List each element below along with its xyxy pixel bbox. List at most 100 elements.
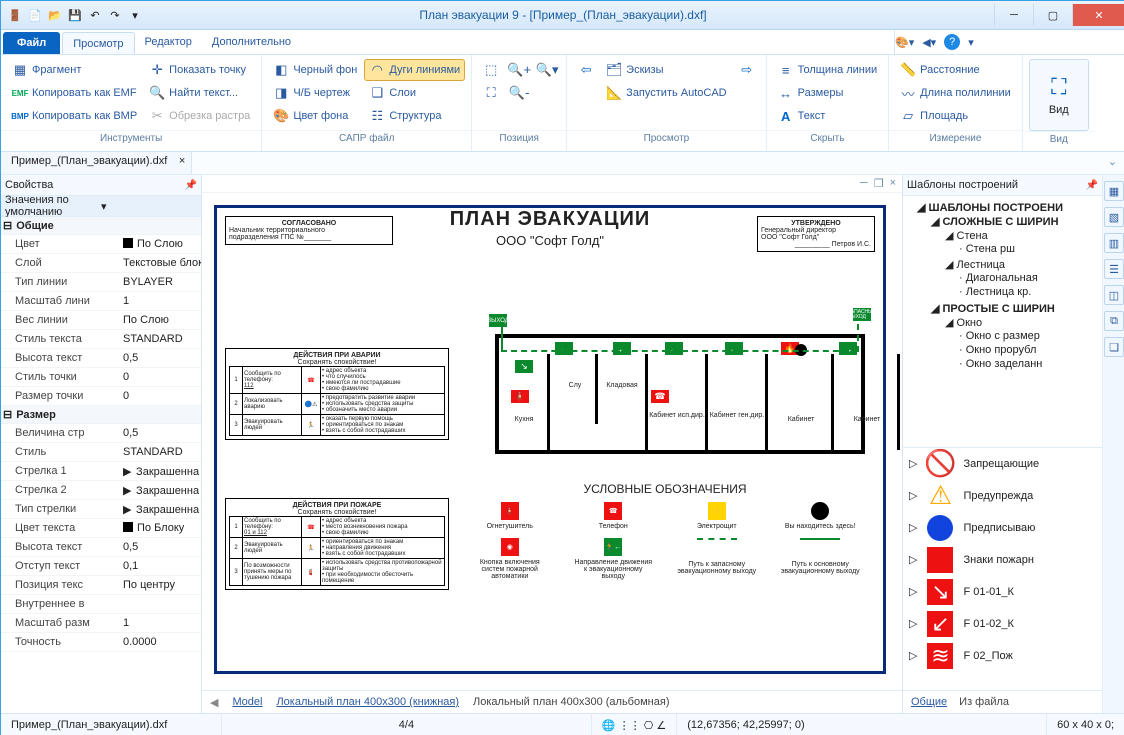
property-row[interactable]: Тип стрелки▶ Закрашенна [1,500,201,519]
properties-selector[interactable]: Значения по умолчанию▾ [1,196,201,217]
symbol-item[interactable]: ▷ ≋F 02_Пож [903,640,1102,672]
symbol-item[interactable]: ▷ Знаки пожарн [903,544,1102,576]
tab-file[interactable]: Файл [3,32,60,54]
grid-icon[interactable]: ⋮⋮ [619,719,641,732]
tab-editor[interactable]: Редактор [135,30,202,54]
btn-crop-raster[interactable]: ✂Обрезка растра [144,105,255,127]
tab-extra[interactable]: Дополнительно [202,30,301,54]
help-icon[interactable]: ? [944,34,960,50]
symbol-item[interactable]: ▷ ⚠Предупрежда [903,480,1102,512]
tab-layout-2[interactable]: Локальный план 400x300 (альбомная) [473,696,669,708]
property-row[interactable]: Позиция тексПо центру [1,576,201,595]
symbol-list[interactable]: ▷ 🚫Запрещающие▷ ⚠Предупрежда▷ Предписыва… [903,448,1102,691]
btn-fragment[interactable]: ▦Фрагмент [7,59,142,81]
tab-layout-1[interactable]: Локальный план 400x300 (книжная) [276,696,459,708]
globe-icon[interactable]: 🌐 [602,719,616,732]
btn-copy-bmp[interactable]: BMPКопировать как BMP [7,105,142,127]
property-row[interactable]: Размер точки0 [1,387,201,406]
symbol-item[interactable]: ▷ ↘F 01-01_К [903,576,1102,608]
property-row[interactable]: ЦветПо Слою [1,235,201,254]
tab-view[interactable]: Просмотр [62,32,134,54]
btn-dims[interactable]: ↔Размеры [773,82,883,104]
property-row[interactable]: Точность0.0000 [1,633,201,652]
open-icon[interactable]: 📂 [47,7,63,23]
new-icon[interactable]: 📄 [27,7,43,23]
btn-area[interactable]: ▱Площадь [895,105,1016,127]
side-btn-3[interactable]: ▥ [1104,233,1124,253]
btn-layers[interactable]: ❏Слои [364,82,465,104]
property-row[interactable]: Величина стр0,5 [1,424,201,443]
btn-zoom-dd[interactable]: 🔍▾ [534,59,560,81]
property-row[interactable]: Стрелка 2▶ Закрашенна [1,481,201,500]
btn-zoom-out[interactable]: 🔍- [506,82,532,104]
btn-zoom-in[interactable]: 🔍+ [506,59,532,81]
side-btn-5[interactable]: ◫ [1104,285,1124,305]
btn-pan-sel[interactable]: ⬚ [478,59,504,81]
prop-cat-size[interactable]: ⊟ Размер [1,406,201,424]
property-row[interactable]: Стрелка 1▶ Закрашенна [1,462,201,481]
btn-structure[interactable]: ☷Структура [364,105,465,127]
property-row[interactable]: Масштаб разм1 [1,614,201,633]
mdi-max-icon[interactable]: ❐ [874,177,884,190]
btn-lineweight[interactable]: ≡Толщина линии [773,59,883,81]
btn-bg-color[interactable]: 🎨Цвет фона [268,105,362,127]
symbol-item[interactable]: ▷ Предписываю [903,512,1102,544]
snap-icon[interactable]: ⎔ [644,719,654,732]
btn-bw[interactable]: ◨Ч/Б чертеж [268,82,362,104]
side-btn-4[interactable]: ☰ [1104,259,1124,279]
rtab-file[interactable]: Из файла [959,696,1009,708]
btn-zoom-win[interactable]: ⛶ [478,82,504,104]
side-btn-2[interactable]: ▧ [1104,207,1124,227]
btn-autocad[interactable]: 📐Запустить AutoCAD [601,82,731,104]
btn-polylen[interactable]: 〰Длина полилинии [895,82,1016,104]
nav-dropdown-icon[interactable]: ◀▾ [922,36,936,49]
side-btn-7[interactable]: ❏ [1104,337,1124,357]
close-button[interactable]: ✕ [1072,4,1124,26]
tab-model[interactable]: Model [232,696,262,708]
drawing-canvas[interactable]: ПЛАН ЭВАКУАЦИИ ООО "Софт Голд" СОГЛАСОВА… [202,193,902,690]
theme-icon[interactable]: 🎨▾ [895,36,914,49]
btn-sketches[interactable]: 🗂Эскизы [601,59,731,81]
property-row[interactable]: Цвет текстаПо Блоку [1,519,201,538]
pin-icon[interactable]: 📌 [185,180,197,191]
prop-cat-common[interactable]: ⊟ Общие [1,217,201,235]
side-btn-6[interactable]: ⧉ [1104,311,1124,331]
btn-view-big[interactable]: ⛶ Вид [1029,59,1089,131]
property-row[interactable]: Стиль текстаSTANDARD [1,330,201,349]
mdi-close-icon[interactable]: × [890,177,896,190]
tabstrip-dd-icon[interactable]: ⌄ [1100,152,1124,174]
property-row[interactable]: Тип линииBYLAYER [1,273,201,292]
btn-find-text[interactable]: 🔍Найти текст... [144,82,255,104]
tabs-prev-icon[interactable]: ◀ [210,696,218,709]
property-row[interactable]: Стиль точки0 [1,368,201,387]
property-row[interactable]: Высота текст0,5 [1,538,201,557]
save-icon[interactable]: 💾 [67,7,83,23]
templates-tree[interactable]: ◢ ШАБЛОНЫ ПОСТРОЕНИ ◢ СЛОЖНЫЕ С ШИРИН ◢ … [903,196,1102,448]
symbol-item[interactable]: ▷ 🚫Запрещающие [903,448,1102,480]
property-row[interactable]: СлойТекстовые блок [1,254,201,273]
btn-black-bg[interactable]: ◧Черный фон [268,59,362,81]
close-tab-icon[interactable]: × [179,155,185,167]
property-row[interactable]: Вес линииПо Слою [1,311,201,330]
exit-app-icon[interactable]: 🚪 [7,7,23,23]
property-row[interactable]: Отступ текст0,1 [1,557,201,576]
btn-copy-emf[interactable]: EMFКопировать как EMF [7,82,142,104]
qat-dropdown-icon[interactable]: ▾ [127,7,143,23]
btn-nav-prev[interactable]: ⇦ [573,59,599,81]
btn-nav-next[interactable]: ⇨ [734,59,760,81]
btn-show-point[interactable]: ✛Показать точку [144,59,255,81]
doc-tab-1[interactable]: Пример_(План_эвакуации).dxf× [1,152,192,174]
rtab-common[interactable]: Общие [911,696,947,708]
undo-icon[interactable]: ↶ [87,7,103,23]
maximize-button[interactable]: ▢ [1033,4,1072,26]
line-icon[interactable]: ∠ [656,719,666,732]
property-row[interactable]: Внутреннее в [1,595,201,614]
mdi-min-icon[interactable]: ─ [860,177,868,190]
symbol-item[interactable]: ▷ ↙F 01-02_К [903,608,1102,640]
property-row[interactable]: Высота текст0,5 [1,349,201,368]
minimize-button[interactable]: ─ [994,4,1033,26]
redo-icon[interactable]: ↷ [107,7,123,23]
btn-distance[interactable]: 📏Расстояние [895,59,1016,81]
pin-icon[interactable]: 📌 [1086,180,1098,191]
btn-arcs-lines[interactable]: ◠Дуги линиями [364,59,465,81]
